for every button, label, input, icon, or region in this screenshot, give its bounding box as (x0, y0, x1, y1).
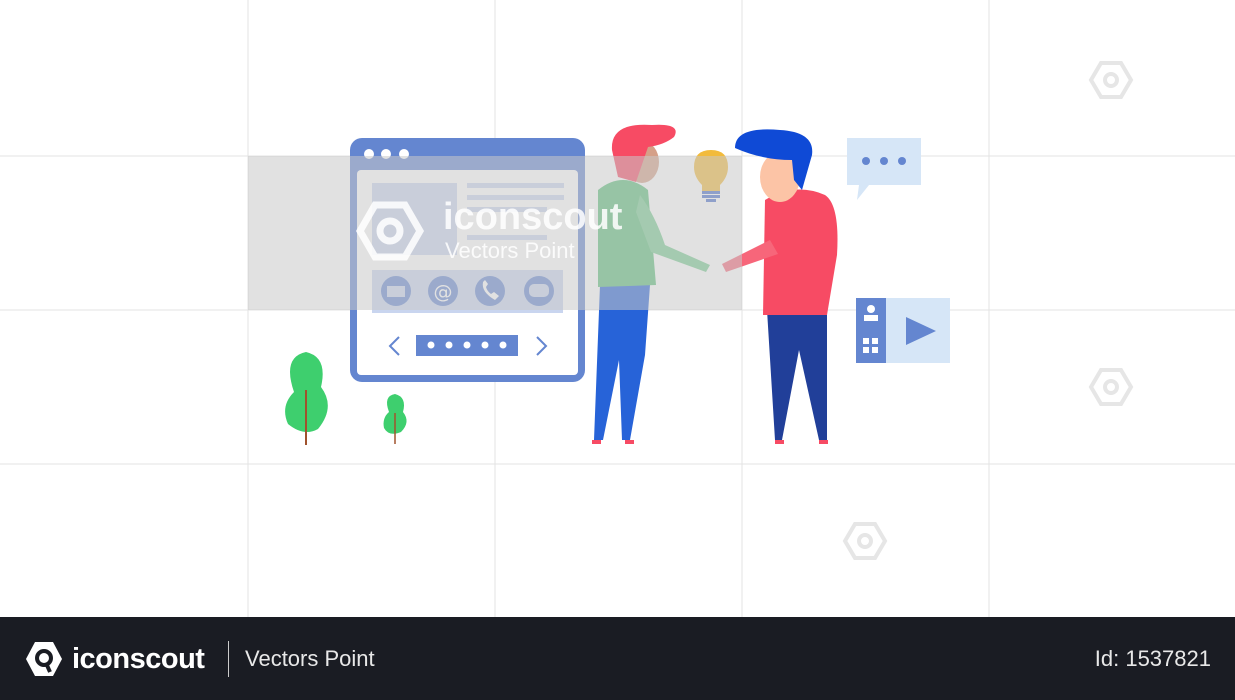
footer-brand-link[interactable]: iconscout (24, 639, 205, 679)
footer-divider (228, 641, 229, 677)
watermark-author: Vectors Point (445, 238, 575, 263)
iconscout-logo-icon (26, 642, 62, 676)
footer-asset-id: Id: 1537821 (1094, 646, 1211, 671)
footer-bar: iconscout Vectors Point Id: 1537821 (0, 617, 1235, 700)
footer-author-link[interactable]: Vectors Point (245, 646, 375, 672)
watermark-brand: iconscout (443, 196, 623, 238)
footer-brand-name: iconscout (72, 642, 205, 675)
video-card-icon (856, 298, 950, 363)
tree-large (285, 352, 328, 445)
speech-bubble-icon (847, 138, 921, 200)
tree-small (383, 394, 407, 444)
illustration-canvas: @ (0, 0, 1235, 617)
